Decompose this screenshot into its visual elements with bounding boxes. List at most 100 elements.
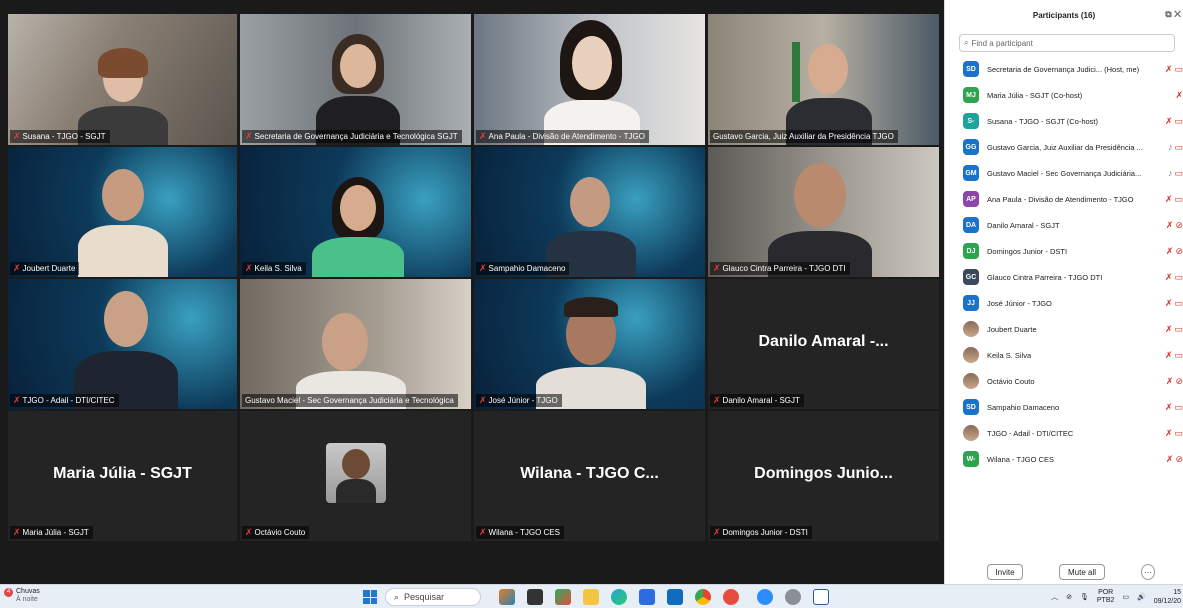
participant-row[interactable]: SD Sampahio Damaceno ✗ ▭ <box>945 394 1183 420</box>
camera-off-icon[interactable]: ⊘ <box>1175 376 1183 386</box>
mic-icon[interactable]: ♪ <box>1168 142 1173 152</box>
participant-row[interactable]: DA Danilo Amaral - SGJT ✗ ⊘ <box>945 212 1183 238</box>
outlook-icon[interactable] <box>667 589 683 605</box>
participant-row[interactable]: Joubert Duarte ✗ ▭ <box>945 316 1183 342</box>
video-tile-camera-off[interactable]: Wilana - TJGO C... ✗ Wilana - TJGO CES <box>474 411 705 541</box>
mic-icon[interactable]: ♪ <box>1168 168 1173 178</box>
popout-icon[interactable]: ⧉ <box>1165 9 1171 19</box>
participant-avatar: AP <box>963 191 979 207</box>
video-tile[interactable]: ✗ Ana Paula - Divisão de Atendimento - TJ… <box>474 14 705 145</box>
video-tile-camera-off[interactable]: Domingos Junio... ✗ Domingos Junior - DST… <box>708 411 939 541</box>
camera-icon[interactable]: ▭ <box>1174 168 1183 178</box>
video-tile[interactable]: ✗ José Júnior - TJGO <box>474 279 705 409</box>
tile-name-label: ✗ Ana Paula - Divisão de Atendimento - TJ… <box>476 130 649 143</box>
participant-row[interactable]: SD Secretaria de Governança Judici... (Ho… <box>945 56 1183 82</box>
participant-row[interactable]: MJ Maria Júlia - SGJT (Co-host) ✗ <box>945 82 1183 108</box>
participant-row[interactable]: GC Glauco Cintra Parreira - TJGO DTI ✗ ▭ <box>945 264 1183 290</box>
camera-off-icon[interactable]: ⊘ <box>1175 454 1183 464</box>
participant-avatar: W- <box>963 451 979 467</box>
zoom-icon[interactable] <box>757 589 773 605</box>
chevron-up-icon[interactable]: ︿ <box>1051 592 1058 602</box>
muted-mic-icon[interactable]: ✗ <box>1165 298 1173 308</box>
participant-row[interactable]: Octávio Couto ✗ ⊘ <box>945 368 1183 394</box>
camera-icon[interactable]: ▭ <box>1174 350 1183 360</box>
camera-icon[interactable]: ▭ <box>1174 428 1183 438</box>
mic-icon[interactable]: 🎙 <box>1080 593 1089 601</box>
document-icon[interactable] <box>813 589 829 605</box>
video-tile[interactable]: ✗ Glauco Cintra Parreira - TJGO DTI <box>708 147 939 277</box>
participant-row[interactable]: TJGO - Adail - DTI/CITEC ✗ ▭ <box>945 420 1183 446</box>
muted-mic-icon[interactable]: ✗ <box>1165 402 1173 412</box>
video-tile-camera-off[interactable]: Maria Júlia - SGJT ✗ Maria Júlia - SGJT <box>8 411 237 541</box>
camera-icon[interactable]: ▭ <box>1174 402 1183 412</box>
participant-row[interactable]: W- Wilana - TJGO CES ✗ ⊘ <box>945 446 1183 472</box>
tile-name-label: ✗ Domingos Junior - DSTI <box>710 526 812 539</box>
volume-icon[interactable]: 🔊 <box>1137 593 1146 601</box>
camera-icon[interactable]: ▭ <box>1174 324 1183 334</box>
participant-row[interactable]: GM Gustavo Maciel - Sec Governança Judici… <box>945 160 1183 186</box>
camera-icon[interactable]: ▭ <box>1174 298 1183 308</box>
participant-row[interactable]: GG Gustavo Garcia, Juiz Auxiliar da Presi… <box>945 134 1183 160</box>
participant-row[interactable]: AP Ana Paula - Divisão de Atendimento - T… <box>945 186 1183 212</box>
muted-mic-icon[interactable]: ✗ <box>1165 194 1173 204</box>
taskbar-app-icon[interactable] <box>555 589 571 605</box>
tile-name-label: ✗ Wilana - TJGO CES <box>476 526 564 539</box>
camera-icon[interactable]: ▭ <box>1174 64 1183 74</box>
video-tile[interactable]: ✗ Joubert Duarte <box>8 147 237 277</box>
video-tile[interactable]: ✗ Secretaria de Governança Judiciária e T… <box>240 14 471 145</box>
weather-widget[interactable]: 4 Chuvas À noite <box>4 588 40 604</box>
video-tile[interactable]: ✗ Susana - TJGO - SGJT <box>8 14 237 145</box>
video-tile[interactable]: Gustavo Maciel - Sec Governança Judiciár… <box>240 279 471 409</box>
video-tile[interactable]: ✗ Sampahio Damaceno <box>474 147 705 277</box>
participant-search-input[interactable]: ⌕ Find a participant <box>959 34 1175 52</box>
participant-name: Glauco Cintra Parreira - TJGO DTI <box>987 272 1103 282</box>
chrome-icon[interactable] <box>695 589 711 605</box>
close-icon[interactable]: ✕ <box>1174 9 1181 19</box>
clock[interactable]: 15 09/12/20 <box>1154 588 1181 606</box>
muted-mic-icon[interactable]: ✗ <box>1165 116 1173 126</box>
camera-off-icon[interactable]: ⊘ <box>1175 220 1183 230</box>
muted-mic-icon[interactable]: ✗ <box>1166 220 1174 230</box>
store-icon[interactable] <box>639 589 655 605</box>
tile-name-label: ✗ Maria Júlia - SGJT <box>10 526 93 539</box>
camera-icon[interactable]: ▭ <box>1174 194 1183 204</box>
camera-icon[interactable]: ▭ <box>1174 142 1183 152</box>
muted-mic-icon[interactable]: ✗ <box>1166 376 1174 386</box>
video-tile-camera-off[interactable]: Danilo Amaral -... ✗ Danilo Amaral - SGJT <box>708 279 939 409</box>
camera-icon[interactable]: ▭ <box>1174 272 1183 282</box>
participant-row[interactable]: S- Susana - TJGO - SGJT (Co-host) ✗ ▭ <box>945 108 1183 134</box>
more-options-button[interactable]: ··· <box>1141 564 1155 580</box>
network-icon[interactable]: ▭ <box>1122 593 1129 601</box>
camera-off-icon[interactable]: ⊘ <box>1175 246 1183 256</box>
muted-mic-icon[interactable]: ✗ <box>1165 64 1173 74</box>
taskbar-search[interactable]: ⌕ Pesquisar <box>385 588 481 606</box>
muted-mic-icon[interactable]: ✗ <box>1166 454 1174 464</box>
mute-all-button[interactable]: Mute all <box>1059 564 1105 580</box>
file-explorer-icon[interactable] <box>583 589 599 605</box>
muted-mic-icon[interactable]: ✗ <box>1166 246 1174 256</box>
settings-icon[interactable] <box>785 589 801 605</box>
participant-row[interactable]: JJ José Júnior - TJGO ✗ ▭ <box>945 290 1183 316</box>
video-tile[interactable]: ✗ TJGO - Adail - DTI/CITEC <box>8 279 237 409</box>
video-tile-active-speaker[interactable]: Gustavo Garcia, Juiz Auxiliar da Presidê… <box>708 14 939 145</box>
video-tile[interactable]: ✗ Keila S. Silva <box>240 147 471 277</box>
edge-icon[interactable] <box>611 589 627 605</box>
taskbar-app-icon[interactable] <box>499 589 515 605</box>
invite-button[interactable]: Invite <box>987 564 1023 580</box>
notification-off-icon[interactable]: ⊘ <box>1066 593 1072 601</box>
muted-mic-icon[interactable]: ✗ <box>1165 428 1173 438</box>
start-button[interactable] <box>363 590 377 604</box>
video-tile-camera-off[interactable]: ✗ Octávio Couto <box>240 411 471 541</box>
participant-row[interactable]: Keila S. Silva ✗ ▭ <box>945 342 1183 368</box>
muted-mic-icon[interactable]: ✗ <box>1165 350 1173 360</box>
muted-mic-icon[interactable]: ✗ <box>1165 324 1173 334</box>
camera-icon[interactable]: ▭ <box>1174 116 1183 126</box>
muted-mic-icon[interactable]: ✗ <box>1175 90 1183 100</box>
tile-name-label: ✗ Susana - TJGO - SGJT <box>10 130 110 143</box>
taskbar-app-icon[interactable] <box>723 589 739 605</box>
language-indicator[interactable]: POR PTB2 <box>1097 589 1115 605</box>
muted-mic-icon: ✗ <box>13 527 21 537</box>
participant-row[interactable]: DJ Domingos Junior - DSTI ✗ ⊘ <box>945 238 1183 264</box>
taskbar-app-icon[interactable] <box>527 589 543 605</box>
muted-mic-icon[interactable]: ✗ <box>1165 272 1173 282</box>
